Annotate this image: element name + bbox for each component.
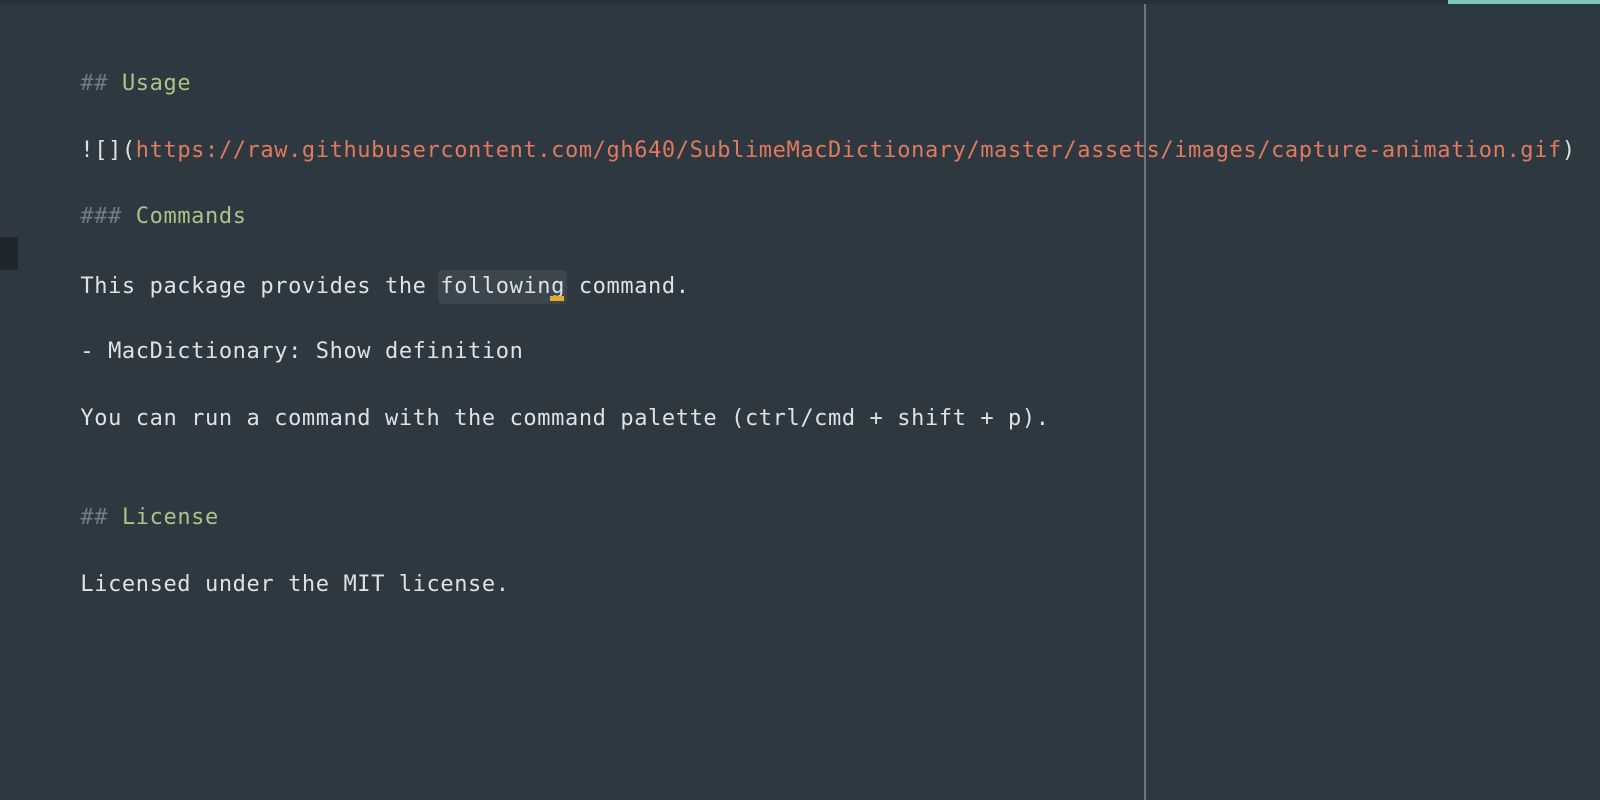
image-link-url: https://raw.githubusercontent.com/gh640/… xyxy=(135,138,1562,163)
editor-line-license-heading[interactable]: ## License xyxy=(25,467,219,530)
editor-top-edge xyxy=(0,0,1600,4)
heading-text: License xyxy=(121,505,219,530)
heading-text: Usage xyxy=(121,71,192,96)
text-cursor xyxy=(550,296,565,301)
editor-line-image-link[interactable]: ![](https://raw.githubusercontent.com/gh… xyxy=(25,100,1576,163)
paragraph-text: You can run a command with the command p… xyxy=(80,406,1050,431)
list-item-text: - MacDictionary: Show definition xyxy=(80,339,524,364)
paragraph-text: Licensed under the MIT license. xyxy=(80,572,510,597)
editor-line-commands-heading[interactable]: ### Commands xyxy=(25,166,247,229)
image-link-prefix: ![]( xyxy=(80,138,136,163)
line-text-before: This package provides the xyxy=(80,274,441,299)
scroll-indicator[interactable] xyxy=(1448,0,1600,4)
word-highlight[interactable]: following xyxy=(438,270,567,304)
line-text-after: command. xyxy=(564,274,690,299)
heading-marker: ### xyxy=(80,204,122,229)
editor-line-usage-heading[interactable]: ## Usage xyxy=(25,33,191,96)
editor-line-paragraph[interactable]: You can run a command with the command p… xyxy=(25,368,1050,431)
heading-text: Commands xyxy=(135,204,247,229)
editor-line-current[interactable]: This package provides the following comm… xyxy=(25,236,690,304)
current-line-gutter-marker xyxy=(0,237,18,270)
image-link-suffix: ) xyxy=(1561,138,1576,163)
editor-line-license-text[interactable]: Licensed under the MIT license. xyxy=(25,534,510,597)
heading-marker: ## xyxy=(80,505,109,530)
editor-line-list-item[interactable]: - MacDictionary: Show definition xyxy=(25,301,523,364)
heading-marker: ## xyxy=(80,71,109,96)
text-editor[interactable]: ## Usage ![](https://raw.githubuserconte… xyxy=(0,0,1600,800)
highlighted-word: following xyxy=(440,274,565,299)
